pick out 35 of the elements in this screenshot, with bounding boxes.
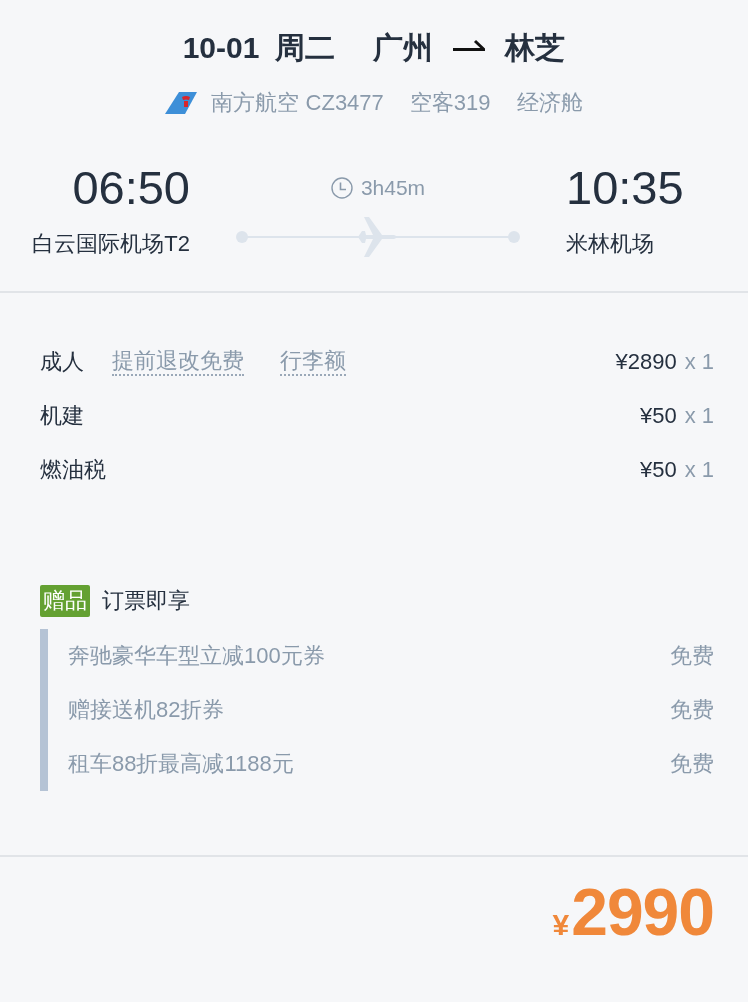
departure-time: 06:50 [71, 162, 190, 214]
fare-price: ¥50 [639, 403, 677, 429]
fare-quantity: x 1 [684, 457, 714, 483]
airline-flight-number: 南方航空 CZ3477 [211, 89, 384, 117]
origin-city: 广州 [373, 29, 434, 66]
fare-rule-link[interactable]: 提前退改免费 [112, 348, 244, 376]
fare-price: ¥2890 [615, 349, 677, 375]
gift-title: 订票即享 [102, 587, 190, 615]
fare-price: ¥50 [639, 457, 677, 483]
fare-quantity: x 1 [684, 349, 714, 375]
gift-name: 租车88折最高减1188元 [68, 750, 294, 778]
fare-label: 成人 [40, 348, 84, 376]
fare-quantity: x 1 [684, 403, 714, 429]
fare-label: 燃油税 [40, 456, 106, 484]
arrival-time: 10:35 [566, 162, 685, 214]
flight-duration: 3h45m [360, 176, 426, 200]
clock-icon [330, 177, 353, 199]
gift-price: 免费 [670, 642, 714, 670]
fare-rule-link[interactable]: 行李额 [280, 348, 346, 376]
airline-tail-icon [165, 92, 198, 114]
gift-name: 赠接送机82折券 [68, 696, 225, 724]
aircraft-type: 空客319 [409, 89, 491, 117]
gift-name: 奔驰豪华车型立减100元券 [68, 642, 325, 670]
total-amount: 2990 [571, 877, 714, 947]
destination-city: 林芝 [505, 29, 566, 66]
fare-label: 机建 [40, 402, 84, 430]
arrival-airport: 米林机场 [566, 230, 655, 258]
gift-price: 免费 [670, 750, 714, 778]
gift-badge: 赠品 [40, 585, 90, 617]
departure-airport: 白云国际机场T2 [31, 230, 190, 258]
gift-price: 免费 [670, 696, 714, 724]
flight-weekday: 周二 [275, 29, 336, 66]
flight-date: 10-01 [182, 31, 260, 65]
total-currency: ¥ [552, 908, 570, 942]
cabin-class: 经济舱 [516, 89, 583, 117]
